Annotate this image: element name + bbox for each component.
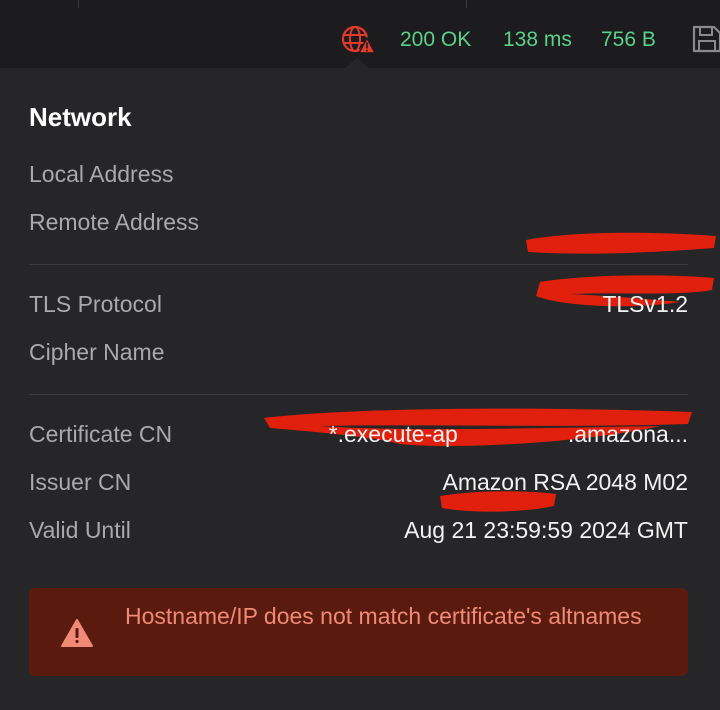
- response-size: 756 B: [601, 28, 656, 51]
- tls-protocol-row: TLS Protocol TLSv1.2: [29, 287, 688, 319]
- valid-until-label: Valid Until: [29, 517, 131, 543]
- save-icon[interactable]: [690, 23, 720, 55]
- issuer-cn-label: Issuer CN: [29, 469, 132, 495]
- tls-protocol-label: TLS Protocol: [29, 291, 162, 317]
- warning-icon: [61, 619, 93, 647]
- remote-address-label: Remote Address: [29, 209, 200, 235]
- valid-until-row: Valid Until Aug 21 23:59:59 2024 GMT: [29, 513, 688, 545]
- issuer-cn-value: Amazon RSA 2048 M02: [442, 469, 688, 495]
- response-time: 138 ms: [503, 28, 572, 51]
- certificate-cn-label: Certificate CN: [29, 421, 173, 447]
- certificate-cn-prefix: *.execute-ap: [328, 421, 458, 447]
- certificate-cn-value: *.execute-ap .amazona...: [329, 421, 688, 448]
- cipher-name-label: Cipher Name: [29, 339, 165, 365]
- network-title: Network: [29, 102, 132, 132]
- cipher-name-row: Cipher Name: [29, 335, 688, 367]
- certificate-cn-row: Certificate CN *.execute-ap .amazona...: [29, 417, 688, 449]
- globe-warning-icon[interactable]: [340, 24, 376, 56]
- network-popover: Network Local Address Remote Address TLS…: [0, 68, 720, 710]
- alert-message: Hostname/IP does not match certificate's…: [125, 603, 642, 629]
- issuer-cn-row: Issuer CN Amazon RSA 2048 M02: [29, 465, 688, 497]
- certificate-cn-suffix: .amazona...: [567, 421, 688, 447]
- tls-protocol-value: TLSv1.2: [602, 291, 688, 317]
- tab-divider: [78, 0, 79, 8]
- tab-divider: [466, 0, 467, 8]
- certificate-mismatch-alert: Hostname/IP does not match certificate's…: [29, 588, 688, 676]
- local-address-label: Local Address: [29, 161, 174, 187]
- section-divider: [29, 264, 688, 265]
- local-address-row: Local Address: [29, 157, 688, 189]
- status-code: 200 OK: [400, 28, 472, 51]
- valid-until-value: Aug 21 23:59:59 2024 GMT: [404, 517, 688, 543]
- section-divider: [29, 394, 688, 395]
- response-status-bar: 200 OK 138 ms 756 B: [0, 0, 720, 69]
- remote-address-row: Remote Address: [29, 205, 688, 237]
